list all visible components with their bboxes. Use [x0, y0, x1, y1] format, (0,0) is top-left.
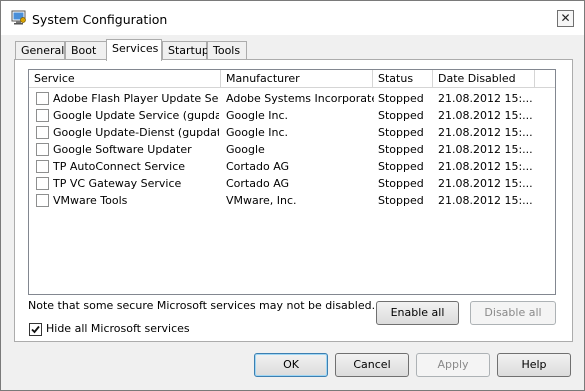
- status-cell: Stopped: [378, 109, 424, 122]
- service-checkbox[interactable]: [36, 160, 49, 173]
- service-checkbox[interactable]: [36, 177, 49, 190]
- tab-general[interactable]: General: [15, 41, 65, 60]
- table-row[interactable]: VMware Tools VMware, Inc. Stopped 21.08.201…: [29, 192, 555, 209]
- hide-microsoft-services-label[interactable]: Hide all Microsoft services: [46, 322, 190, 335]
- column-header-service[interactable]: Service: [29, 70, 221, 87]
- status-cell: Stopped: [378, 177, 424, 190]
- service-name-cell: TP AutoConnect Service: [53, 160, 186, 173]
- service-name-cell: VMware Tools: [53, 194, 128, 207]
- services-tab-panel: Service Manufacturer Status Date Disable…: [14, 59, 573, 342]
- date-disabled-cell: 21.08.2012 15:...: [438, 126, 533, 139]
- status-cell: Stopped: [378, 143, 424, 156]
- date-disabled-cell: 21.08.2012 15:...: [438, 92, 533, 105]
- column-header-manufacturer[interactable]: Manufacturer: [221, 70, 373, 87]
- table-row[interactable]: Google Update-Dienst (gupdatem) Google In…: [29, 124, 555, 141]
- close-button[interactable]: ✕: [557, 10, 574, 27]
- title-bar[interactable]: System Configuration ✕: [1, 1, 584, 35]
- window-title: System Configuration: [32, 12, 168, 27]
- close-icon: ✕: [560, 11, 571, 25]
- manufacturer-cell: Google Inc.: [226, 126, 289, 139]
- tab-startup[interactable]: Startup: [162, 41, 209, 60]
- service-checkbox[interactable]: [36, 109, 49, 122]
- manufacturer-cell: Adobe Systems Incorporated: [226, 92, 374, 105]
- manufacturer-cell: Cortado AG: [226, 160, 290, 173]
- hide-microsoft-services-checkbox[interactable]: [29, 323, 42, 336]
- manufacturer-cell: Cortado AG: [226, 177, 290, 190]
- date-disabled-cell: 21.08.2012 15:...: [438, 177, 533, 190]
- manufacturer-cell: VMware, Inc.: [226, 194, 297, 207]
- date-disabled-cell: 21.08.2012 15:...: [438, 143, 533, 156]
- column-header-date-disabled[interactable]: Date Disabled: [433, 70, 535, 87]
- secure-services-note: Note that some secure Microsoft services…: [28, 299, 376, 312]
- table-row[interactable]: TP VC Gateway Service Cortado AG Stopped 21…: [29, 175, 555, 192]
- status-cell: Stopped: [378, 92, 424, 105]
- service-name-cell: TP VC Gateway Service: [53, 177, 182, 190]
- tab-tools[interactable]: Tools: [207, 41, 247, 60]
- service-name-cell: Google Software Updater: [53, 143, 192, 156]
- manufacturer-cell: Google Inc.: [226, 109, 289, 122]
- service-name-cell: Google Update-Dienst (gupdatem): [53, 126, 219, 139]
- status-cell: Stopped: [378, 126, 424, 139]
- date-disabled-cell: 21.08.2012 15:...: [438, 109, 533, 122]
- list-header: Service Manufacturer Status Date Disable…: [29, 70, 555, 88]
- disable-all-button[interactable]: Disable all: [470, 301, 556, 325]
- help-button[interactable]: Help: [497, 353, 571, 377]
- ok-button[interactable]: OK: [254, 353, 328, 377]
- checkmark-icon: [31, 325, 40, 334]
- service-checkbox[interactable]: [36, 143, 49, 156]
- column-header-status[interactable]: Status: [373, 70, 433, 87]
- manufacturer-cell: Google: [226, 143, 265, 156]
- service-checkbox[interactable]: [36, 194, 49, 207]
- status-cell: Stopped: [378, 160, 424, 173]
- service-name-cell: Adobe Flash Player Update Ser...: [53, 92, 219, 105]
- services-list[interactable]: Service Manufacturer Status Date Disable…: [28, 69, 556, 295]
- service-name-cell: Google Update Service (gupdate): [53, 109, 219, 122]
- service-checkbox[interactable]: [36, 92, 49, 105]
- msconfig-app-icon: [11, 10, 26, 25]
- enable-all-button[interactable]: Enable all: [376, 301, 459, 325]
- table-row[interactable]: Google Update Service (gupdate) Google In…: [29, 107, 555, 124]
- table-row[interactable]: Adobe Flash Player Update Ser... Adobe Sy…: [29, 90, 555, 107]
- apply-button[interactable]: Apply: [416, 353, 490, 377]
- table-row[interactable]: Google Software Updater Google Stopped 21.0…: [29, 141, 555, 158]
- cancel-button[interactable]: Cancel: [335, 353, 409, 377]
- date-disabled-cell: 21.08.2012 15:...: [438, 160, 533, 173]
- status-cell: Stopped: [378, 194, 424, 207]
- tab-boot[interactable]: Boot: [65, 41, 109, 60]
- tab-services[interactable]: Services: [106, 39, 162, 61]
- table-row[interactable]: TP AutoConnect Service Cortado AG Stopped 2…: [29, 158, 555, 175]
- service-checkbox[interactable]: [36, 126, 49, 139]
- system-configuration-window: System Configuration ✕ General Boot Serv…: [0, 0, 585, 391]
- date-disabled-cell: 21.08.2012 15:...: [438, 194, 533, 207]
